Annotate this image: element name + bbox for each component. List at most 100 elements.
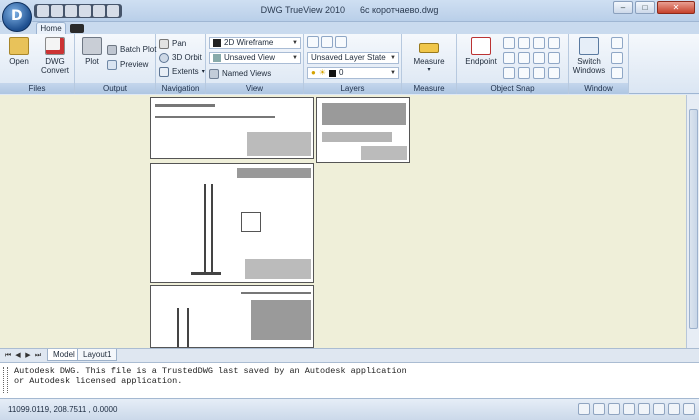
panel-view: 2D Wireframe ▼ Unsaved View ▼ Named View… bbox=[206, 34, 304, 94]
dwg-convert-icon bbox=[45, 37, 65, 55]
layer-previous-icon[interactable] bbox=[321, 36, 333, 48]
saved-view-dropdown[interactable]: Unsaved View ▼ bbox=[209, 52, 301, 64]
panel-output: Plot Batch Plot Preview Output bbox=[75, 34, 156, 94]
snap-center-icon[interactable] bbox=[503, 52, 515, 64]
switch-windows-button[interactable]: Switch Windows bbox=[571, 37, 607, 75]
snap-extension-icon[interactable] bbox=[548, 52, 560, 64]
chevron-down-icon: ▼ bbox=[292, 40, 298, 46]
batch-plot-label: Batch Plot bbox=[120, 45, 157, 54]
close-button[interactable]: ✕ bbox=[657, 1, 695, 14]
command-line[interactable]: Autodesk DWG. This file is a TrustedDWG … bbox=[0, 362, 699, 398]
pan-button[interactable]: Pan bbox=[159, 37, 186, 50]
command-history-line-2: or Autodesk licensed application. bbox=[14, 376, 183, 386]
layout-tab-bar: ⏮ ◀ ▶ ⏭ Model Layout1 bbox=[0, 348, 699, 362]
cascade-icon[interactable] bbox=[611, 67, 623, 79]
visual-style-dropdown[interactable]: 2D Wireframe ▼ bbox=[209, 37, 301, 49]
panel-layers: Unsaved Layer State ▼ ● ☀ 0 ▼ Layers bbox=[304, 34, 402, 94]
open-label: Open bbox=[9, 57, 29, 66]
snap-nearest-icon[interactable] bbox=[548, 67, 560, 79]
layer-dropdown[interactable]: ● ☀ 0 ▼ bbox=[307, 67, 399, 79]
snap-perpendicular-icon[interactable] bbox=[503, 67, 515, 79]
panel-window: Switch Windows Window bbox=[569, 34, 629, 94]
panel-title-output: Output bbox=[75, 83, 155, 94]
batch-plot-button[interactable]: Batch Plot bbox=[107, 43, 156, 56]
printer-icon bbox=[82, 37, 102, 55]
dwg-convert-label-2: Convert bbox=[40, 66, 69, 75]
layer-isolate-icon[interactable] bbox=[335, 36, 347, 48]
tab-home[interactable]: Home bbox=[36, 22, 66, 34]
layer-properties-icon[interactable] bbox=[307, 36, 319, 48]
preview-label: Preview bbox=[120, 60, 149, 69]
minimize-button[interactable]: – bbox=[613, 1, 633, 14]
panel-measure: Measure ▾ Measure bbox=[402, 34, 457, 94]
chevron-down-icon: ▾ bbox=[427, 67, 431, 73]
preview-button[interactable]: Preview bbox=[107, 58, 148, 71]
scrollbar-thumb[interactable] bbox=[689, 109, 698, 329]
snap-intersection-icon[interactable] bbox=[518, 37, 530, 49]
tile-horizontal-icon[interactable] bbox=[611, 37, 623, 49]
snap-tangent-icon[interactable] bbox=[533, 52, 545, 64]
drawing-workspace[interactable] bbox=[0, 95, 686, 348]
app-title: DWG TrueView 2010 bbox=[260, 5, 345, 15]
dwg-convert-button[interactable]: DWG Convert bbox=[38, 37, 72, 75]
panel-navigation: Pan 3D Orbit Extents ▾ Navigation bbox=[156, 34, 206, 94]
open-button[interactable]: Open bbox=[4, 37, 34, 66]
maximize-button[interactable]: □ bbox=[635, 1, 655, 14]
measure-label: Measure bbox=[413, 57, 445, 66]
ribbon-tab-row: Home bbox=[0, 22, 699, 34]
pan-status-icon[interactable] bbox=[578, 403, 590, 415]
prev-tab-arrow-icon[interactable]: ◀ bbox=[14, 351, 22, 360]
endpoint-button[interactable]: Endpoint bbox=[461, 37, 501, 66]
drawing-sheet-1 bbox=[150, 97, 314, 159]
switch-windows-label-2: Windows bbox=[572, 66, 606, 75]
panel-object-snap: Endpoint Object Snap bbox=[457, 34, 569, 94]
zoom-extents-icon bbox=[159, 66, 169, 77]
window-title: DWG TrueView 2010 6с коротчаево.dwg bbox=[0, 5, 699, 15]
annotation-scale-icon[interactable] bbox=[638, 403, 650, 415]
chevron-down-icon: ▼ bbox=[292, 55, 298, 61]
application-menu-button[interactable]: D bbox=[2, 2, 32, 32]
plot-button[interactable]: Plot bbox=[77, 37, 107, 66]
window-controls: – □ ✕ bbox=[613, 1, 695, 14]
chevron-down-icon: ▼ bbox=[390, 70, 396, 76]
clean-screen-icon[interactable] bbox=[683, 403, 695, 415]
panel-title-navigation: Navigation bbox=[156, 83, 205, 94]
command-line-grip[interactable] bbox=[3, 367, 8, 393]
showmotion-icon[interactable] bbox=[623, 403, 635, 415]
named-views-button[interactable]: Named Views bbox=[209, 67, 271, 80]
extents-button[interactable]: Extents ▾ bbox=[159, 65, 205, 78]
tile-vertical-icon[interactable] bbox=[611, 52, 623, 64]
lock-icon[interactable] bbox=[668, 403, 680, 415]
first-tab-arrow-icon[interactable]: ⏮ bbox=[4, 351, 12, 360]
tab-layout1[interactable]: Layout1 bbox=[77, 349, 118, 361]
endpoint-snap-icon bbox=[471, 37, 491, 55]
orbit-button[interactable]: 3D Orbit bbox=[159, 51, 202, 64]
visual-style-icon bbox=[213, 39, 221, 47]
zoom-status-icon[interactable] bbox=[593, 403, 605, 415]
preview-icon bbox=[107, 59, 117, 70]
ruler-icon bbox=[419, 43, 439, 53]
snap-quadrant-icon[interactable] bbox=[518, 52, 530, 64]
workspace-switch-icon[interactable] bbox=[653, 403, 665, 415]
switch-windows-icon bbox=[579, 37, 599, 55]
snap-insert-icon[interactable] bbox=[533, 67, 545, 79]
ribbon: Open DWG Convert Files Plot Batch Plot P… bbox=[0, 34, 699, 94]
vertical-scrollbar[interactable] bbox=[686, 95, 699, 348]
plot-label: Plot bbox=[85, 57, 99, 66]
snap-parallel-icon[interactable] bbox=[518, 67, 530, 79]
cursor-coordinates: 11099.0119, 208.7511 , 0.0000 bbox=[8, 405, 118, 414]
last-tab-arrow-icon[interactable]: ⏭ bbox=[34, 351, 42, 360]
steering-wheel-icon[interactable] bbox=[608, 403, 620, 415]
layer-state-value: Unsaved Layer State bbox=[311, 53, 386, 62]
panel-files: Open DWG Convert Files bbox=[0, 34, 75, 94]
next-tab-arrow-icon[interactable]: ▶ bbox=[24, 351, 32, 360]
layer-state-dropdown[interactable]: Unsaved Layer State ▼ bbox=[307, 52, 399, 64]
tab-model[interactable]: Model bbox=[47, 349, 81, 361]
ribbon-minimize-toggle[interactable] bbox=[70, 24, 84, 33]
measure-button[interactable]: Measure ▾ bbox=[408, 37, 450, 75]
snap-apparent-icon[interactable] bbox=[533, 37, 545, 49]
dwg-logo-icon: D bbox=[11, 8, 23, 24]
lightbulb-icon: ● bbox=[311, 68, 316, 77]
snap-midpoint-icon[interactable] bbox=[503, 37, 515, 49]
snap-node-icon[interactable] bbox=[548, 37, 560, 49]
